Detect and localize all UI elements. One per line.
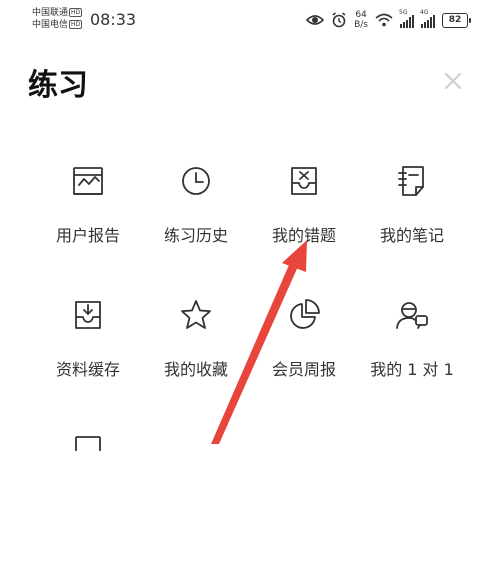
tile-label: 我的笔记 bbox=[379, 226, 444, 245]
hd-badge: HD bbox=[69, 20, 83, 29]
status-bar: 中国联通 HD 中国电信 HD 08:33 64 B/s 5G 4G 82 bbox=[0, 0, 484, 40]
net-speed: 64 B/s bbox=[354, 10, 368, 30]
carrier-2: 中国电信 bbox=[32, 20, 69, 30]
carrier-1: 中国联通 bbox=[32, 8, 69, 18]
tile-member-weekly[interactable]: 会员周报 bbox=[250, 297, 358, 431]
page-title: 练习 bbox=[28, 68, 88, 103]
signal-4g-tag: 4G bbox=[420, 9, 429, 16]
tile-one-on-one[interactable]: 我的 1 对 1 bbox=[358, 297, 466, 431]
signal-5g-icon: 5G bbox=[399, 9, 414, 28]
tile-label: 用户报告 bbox=[55, 226, 120, 245]
report-icon bbox=[73, 167, 103, 195]
status-icons: 64 B/s 5G 4G 82 bbox=[306, 7, 471, 33]
tile-label: 我的收藏 bbox=[163, 360, 228, 379]
tile-label: 我的错题 bbox=[271, 226, 336, 245]
wifi-icon bbox=[375, 13, 393, 27]
tile-label: 练习历史 bbox=[163, 226, 228, 245]
tile-partial[interactable] bbox=[34, 431, 142, 565]
tutor-avatar-icon bbox=[396, 302, 428, 329]
signal-4g-icon: 4G bbox=[420, 9, 435, 28]
tile-label: 会员周报 bbox=[271, 360, 336, 379]
tile-my-favorites[interactable]: 我的收藏 bbox=[142, 297, 250, 431]
tile-user-report[interactable]: 用户报告 bbox=[34, 163, 142, 297]
tile-wrong-questions[interactable]: 我的错题 bbox=[250, 163, 358, 297]
net-speed-value: 64 bbox=[355, 10, 367, 20]
net-speed-unit: B/s bbox=[354, 20, 368, 30]
eye-icon bbox=[306, 15, 325, 25]
wrong-questions-tray-icon bbox=[291, 167, 317, 195]
battery-indicator: 82 bbox=[442, 12, 471, 28]
carrier-info: 中国联通 HD 中国电信 HD bbox=[32, 7, 83, 31]
tile-material-cache[interactable]: 资料缓存 bbox=[34, 297, 142, 431]
practice-menu-grid: 用户报告 练习历史 我的错题 我的笔记 资料缓存 我的收藏 会员周报 我的 1 … bbox=[34, 163, 466, 565]
tile-label: 我的 1 对 1 bbox=[370, 360, 454, 379]
download-tray-icon bbox=[75, 301, 101, 329]
pie-chart-icon bbox=[290, 299, 320, 329]
star-icon bbox=[181, 300, 211, 329]
notes-icon bbox=[398, 166, 424, 196]
partial-icon bbox=[75, 436, 101, 451]
tile-my-notes[interactable]: 我的笔记 bbox=[358, 163, 466, 297]
signal-5g-tag: 5G bbox=[399, 9, 408, 16]
close-icon[interactable] bbox=[438, 66, 468, 96]
status-time: 08:33 bbox=[90, 10, 137, 29]
alarm-icon bbox=[332, 12, 346, 28]
tile-practice-history[interactable]: 练习历史 bbox=[142, 163, 250, 297]
history-clock-icon bbox=[182, 167, 210, 195]
hd-badge: HD bbox=[69, 8, 83, 17]
tile-label: 资料缓存 bbox=[55, 360, 120, 379]
